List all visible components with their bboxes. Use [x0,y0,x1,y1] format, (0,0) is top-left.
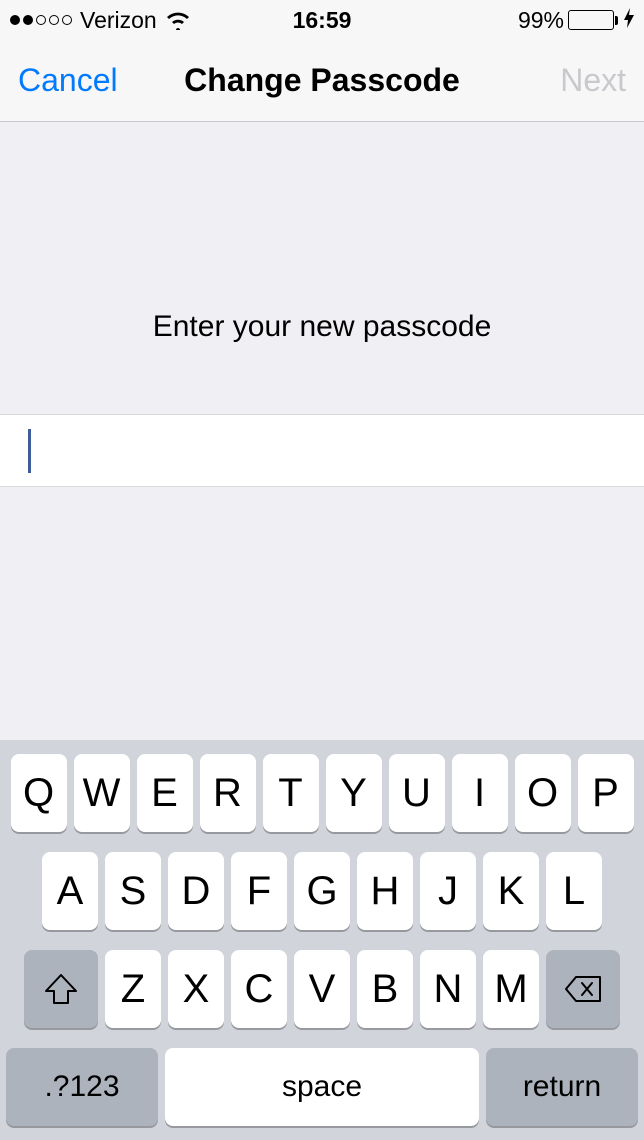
key-k[interactable]: K [483,852,539,930]
key-q[interactable]: Q [11,754,67,832]
battery-percentage-label: 99% [518,7,564,34]
charging-icon [624,8,634,33]
key-s[interactable]: S [105,852,161,930]
key-r[interactable]: R [200,754,256,832]
key-a[interactable]: A [42,852,98,930]
shift-key[interactable] [24,950,98,1028]
key-e[interactable]: E [137,754,193,832]
keyboard-row-2: ASDFGHJKL [6,852,638,930]
next-button[interactable]: Next [560,62,626,99]
keyboard-row-bottom: .?123 space return [6,1048,638,1126]
status-right: 99% [518,7,634,34]
key-m[interactable]: M [483,950,539,1028]
key-l[interactable]: L [546,852,602,930]
key-h[interactable]: H [357,852,413,930]
key-w[interactable]: W [74,754,130,832]
space-key[interactable]: space [165,1048,479,1126]
keyboard-row-1: QWERTYUIOP [6,754,638,832]
symbols-key[interactable]: .?123 [6,1048,158,1126]
key-b[interactable]: B [357,950,413,1028]
signal-strength-icon [10,15,72,25]
wifi-icon [165,10,191,30]
content-area: Enter your new passcode [0,122,644,712]
prompt-section: Enter your new passcode [0,122,644,415]
keyboard-row-3: ZXCVBNM [6,950,638,1028]
key-j[interactable]: J [420,852,476,930]
key-v[interactable]: V [294,950,350,1028]
backspace-key[interactable] [546,950,620,1028]
return-key[interactable]: return [486,1048,638,1126]
key-c[interactable]: C [231,950,287,1028]
key-g[interactable]: G [294,852,350,930]
battery-icon [568,10,618,30]
status-left: Verizon [10,7,191,34]
carrier-label: Verizon [80,7,157,34]
key-f[interactable]: F [231,852,287,930]
key-o[interactable]: O [515,754,571,832]
key-z[interactable]: Z [105,950,161,1028]
key-y[interactable]: Y [326,754,382,832]
passcode-input[interactable] [0,415,644,487]
nav-bar: Cancel Change Passcode Next [0,40,644,122]
cancel-button[interactable]: Cancel [18,62,118,99]
key-x[interactable]: X [168,950,224,1028]
status-bar: Verizon 16:59 99% [0,0,644,40]
key-n[interactable]: N [420,950,476,1028]
keyboard: QWERTYUIOP ASDFGHJKL ZXCVBNM .?123 space… [0,740,644,1140]
key-u[interactable]: U [389,754,445,832]
content-spacer [0,487,644,712]
key-d[interactable]: D [168,852,224,930]
key-p[interactable]: P [578,754,634,832]
key-t[interactable]: T [263,754,319,832]
text-cursor [28,429,31,473]
key-i[interactable]: I [452,754,508,832]
clock-label: 16:59 [293,7,352,34]
page-title: Change Passcode [184,62,460,99]
prompt-label: Enter your new passcode [153,310,492,344]
